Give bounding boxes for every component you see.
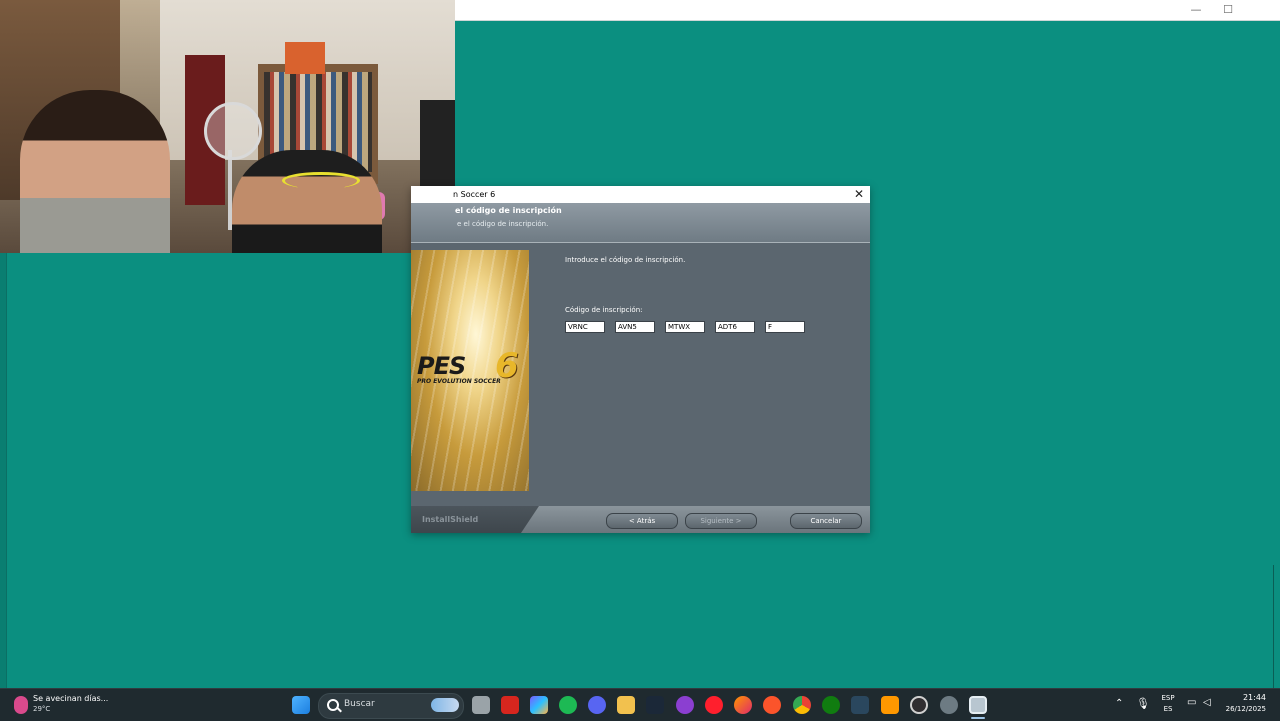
desktop-right-edge	[1273, 565, 1280, 688]
dialog-footer: InstallShield < Atrás Siguiente > Cancel…	[411, 506, 870, 533]
obs-icon[interactable]	[910, 696, 928, 714]
weather-alert-icon	[14, 696, 28, 714]
search-placeholder: Buscar	[344, 699, 375, 709]
installshield-brand: InstallShield	[422, 515, 479, 524]
dialog-header: el código de inscripción e el código de …	[411, 203, 870, 243]
youtube-music-icon[interactable]	[705, 696, 723, 714]
dialog-title: n Soccer 6	[453, 190, 496, 199]
cancel-button[interactable]: Cancelar	[790, 513, 862, 529]
pes6-logo: PES 6 PRO EVOLUTION SOCCER	[417, 346, 525, 392]
spotify-icon[interactable]	[559, 696, 577, 714]
next-button[interactable]: Siguiente >	[685, 513, 757, 529]
language-bottom: ES	[1163, 705, 1173, 713]
code-field-1[interactable]: VRNC	[565, 321, 605, 333]
steam-icon[interactable]	[646, 696, 664, 714]
code-field-3[interactable]: MTWX	[665, 321, 705, 333]
minimize-button[interactable]: —	[1181, 2, 1211, 18]
file-explorer-icon[interactable]	[617, 696, 635, 714]
acrobat-icon[interactable]	[501, 696, 519, 714]
language-top: ESP	[1161, 694, 1175, 702]
language-indicator[interactable]: ESP ES	[1158, 694, 1178, 713]
background-window-titlebar: — ☐	[455, 0, 1280, 21]
microphone-icon[interactable]: 🎙	[1136, 697, 1150, 710]
brave-icon[interactable]	[763, 696, 781, 714]
weather-widget[interactable]: Se avecinan días... 29°C	[14, 694, 124, 718]
xbox-icon[interactable]	[822, 696, 840, 714]
clock-date: 26/12/2025	[1225, 705, 1266, 713]
registration-code-label: Código de inscripción:	[565, 306, 643, 314]
webcam-overlay	[0, 0, 455, 253]
network-icon[interactable]: ▭	[1187, 697, 1196, 708]
active-app-indicator	[971, 717, 985, 719]
maximize-button[interactable]: ☐	[1213, 2, 1243, 18]
webcam-fan	[204, 102, 262, 160]
pes-logo-text: PES	[417, 352, 466, 380]
clock-time: 21:44	[1242, 693, 1266, 702]
close-icon[interactable]: ✕	[854, 186, 864, 203]
sublime-icon[interactable]	[881, 696, 899, 714]
installer-app-icon[interactable]	[969, 696, 987, 714]
steam-alt-icon[interactable]	[851, 696, 869, 714]
tray-chevron-up-icon[interactable]: ⌃	[1115, 698, 1123, 709]
dialog-titlebar[interactable]: n Soccer 6 ✕	[411, 186, 870, 203]
webcam-cap	[282, 172, 360, 189]
search-icon	[327, 699, 339, 711]
back-button[interactable]: < Atrás	[606, 513, 678, 529]
system-clock[interactable]: 21:44 26/12/2025	[1226, 693, 1266, 713]
pes-logo-subtitle: PRO EVOLUTION SOCCER	[417, 378, 501, 385]
dialog-header-subtitle: e el código de inscripción.	[457, 220, 549, 228]
file-manager-icon[interactable]	[472, 696, 490, 714]
webcam-person-right	[232, 150, 382, 253]
copilot-icon[interactable]	[530, 696, 548, 714]
search-highlight-icon	[431, 698, 459, 712]
game-app-icon[interactable]	[676, 696, 694, 714]
windows-start-icon[interactable]	[292, 696, 310, 714]
discord-icon[interactable]	[588, 696, 606, 714]
code-field-4[interactable]: ADT6	[715, 321, 755, 333]
taskbar-search[interactable]: Buscar	[318, 693, 464, 719]
settings-gear-icon[interactable]	[940, 696, 958, 714]
code-field-5[interactable]: F	[765, 321, 805, 333]
code-field-2[interactable]: AVN5	[615, 321, 655, 333]
taskbar: Se avecinan días... 29°C Buscar ⌃ 🎙 ESP …	[0, 688, 1280, 721]
desktop-left-edge	[0, 252, 7, 688]
volume-icon[interactable]: ◁	[1203, 697, 1211, 708]
weather-title: Se avecinan días...	[33, 694, 109, 703]
weather-temperature: 29°C	[33, 705, 51, 713]
registration-prompt: Introduce el código de inscripción.	[565, 256, 686, 264]
installer-dialog: n Soccer 6 ✕ el código de inscripción e …	[411, 186, 870, 533]
chrome-icon[interactable]	[793, 696, 811, 714]
webcam-poster	[285, 42, 325, 74]
firefox-icon[interactable]	[734, 696, 752, 714]
dialog-header-title: el código de inscripción	[455, 206, 562, 215]
webcam-person-left	[20, 90, 170, 253]
pes6-banner-image: PES 6 PRO EVOLUTION SOCCER	[411, 250, 529, 491]
